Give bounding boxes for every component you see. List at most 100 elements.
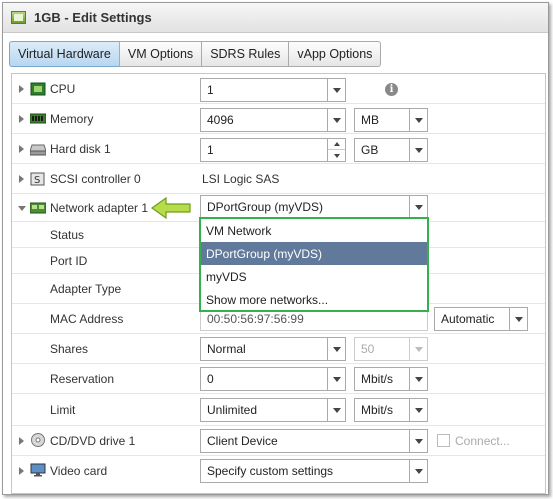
connect-label: Connect...	[455, 433, 510, 448]
memory-value: 4096	[207, 113, 234, 127]
tab-virtual-hardware[interactable]: Virtual Hardware	[9, 41, 119, 67]
info-icon[interactable]: i	[385, 83, 398, 96]
reservation-unit-select[interactable]: Mbit/s	[354, 367, 428, 391]
stepper-icon[interactable]	[327, 139, 345, 161]
reservation-unit: Mbit/s	[361, 372, 394, 386]
cddvd-select[interactable]: Client Device	[200, 429, 428, 453]
network-adapter-icon	[30, 202, 46, 214]
chevron-down-icon[interactable]	[327, 399, 345, 421]
collapse-arrow-icon[interactable]	[18, 206, 26, 211]
video-card-row: Video card Specify custom settings	[12, 456, 545, 486]
chevron-down-icon[interactable]	[327, 338, 345, 360]
monitor-icon	[30, 463, 46, 477]
network-option-myvds[interactable]: myVDS	[201, 265, 427, 288]
mac-mode-select[interactable]: Automatic	[434, 307, 528, 331]
expand-arrow-icon[interactable]	[19, 467, 24, 475]
memory-row: Memory 4096 MB	[12, 104, 545, 134]
title-bar: 1GB - Edit Settings	[3, 3, 548, 33]
hard-disk-row: Hard disk 1 1 GB	[12, 134, 545, 164]
network-select[interactable]: DPortGroup (myVDS)	[200, 195, 428, 219]
network-adapter-label: Network adapter 1	[50, 200, 149, 215]
shares-row: Shares Normal 50	[12, 334, 545, 364]
hard-disk-icon	[30, 144, 46, 156]
scsi-row: S SCSI controller 0 LSI Logic SAS	[12, 164, 545, 194]
chevron-down-icon[interactable]	[409, 399, 427, 421]
hard-disk-value: 1	[207, 143, 214, 157]
reservation-input[interactable]: 0	[200, 367, 346, 391]
svg-text:S: S	[34, 175, 40, 186]
network-option-show-more[interactable]: Show more networks...	[201, 288, 427, 311]
connect-checkbox[interactable]	[437, 434, 450, 447]
limit-unit-select[interactable]: Mbit/s	[354, 398, 428, 422]
expand-arrow-icon[interactable]	[19, 115, 24, 123]
expand-arrow-icon[interactable]	[19, 145, 24, 153]
chevron-down-icon[interactable]	[409, 196, 427, 218]
limit-unit: Mbit/s	[361, 403, 394, 417]
reservation-value: 0	[207, 372, 214, 386]
hard-disk-label: Hard disk 1	[50, 141, 111, 156]
mac-address-label: MAC Address	[50, 311, 124, 326]
chevron-down-icon[interactable]	[327, 368, 345, 390]
hard-disk-unit-select[interactable]: GB	[354, 138, 428, 162]
video-card-select[interactable]: Specify custom settings	[200, 459, 428, 483]
reservation-row: Reservation 0 Mbit/s	[12, 364, 545, 394]
cpu-value: 1	[207, 83, 214, 97]
chevron-down-icon[interactable]	[409, 430, 427, 452]
cpu-row: CPU 1 i	[12, 74, 545, 104]
mac-mode-value: Automatic	[441, 312, 495, 326]
hard-disk-unit: GB	[361, 143, 379, 157]
chevron-down-icon[interactable]	[409, 368, 427, 390]
expand-arrow-icon[interactable]	[19, 437, 24, 445]
scsi-value: LSI Logic SAS	[202, 171, 280, 186]
memory-icon	[30, 113, 46, 124]
chevron-down-icon[interactable]	[409, 460, 427, 482]
shares-amount-value: 50	[361, 342, 375, 356]
shares-value: Normal	[207, 342, 246, 356]
scsi-controller-icon: S	[30, 172, 45, 186]
chevron-down-icon[interactable]	[327, 79, 345, 101]
video-card-label: Video card	[50, 464, 108, 478]
chevron-down-icon[interactable]	[409, 139, 427, 161]
shares-label: Shares	[50, 341, 89, 356]
port-id-label: Port ID	[50, 253, 88, 268]
limit-label: Limit	[50, 402, 76, 417]
limit-input[interactable]: Unlimited	[200, 398, 346, 422]
hard-disk-size-input[interactable]: 1	[200, 138, 346, 162]
dialog-title: 1GB - Edit Settings	[34, 10, 152, 25]
limit-value: Unlimited	[207, 403, 258, 417]
memory-input[interactable]: 4096	[200, 108, 346, 132]
reservation-label: Reservation	[50, 371, 115, 386]
network-option-dportgroup[interactable]: DPortGroup (myVDS)	[201, 242, 427, 265]
expand-arrow-icon[interactable]	[19, 175, 24, 183]
vm-icon	[11, 11, 26, 24]
status-label: Status	[50, 227, 85, 242]
cpu-select[interactable]: 1	[200, 78, 346, 102]
mac-address-value: 00:50:56:97:56:99	[207, 312, 304, 326]
video-card-value: Specify custom settings	[207, 464, 334, 478]
callout-arrow-icon	[150, 197, 191, 219]
tab-vm-options[interactable]: VM Options	[118, 41, 202, 67]
network-dropdown-list: VM Network DPortGroup (myVDS) myVDS Show…	[199, 217, 429, 312]
memory-label: Memory	[50, 111, 94, 126]
chevron-down-icon	[409, 338, 427, 360]
tab-bar: Virtual Hardware VM Options SDRS Rules v…	[9, 41, 382, 67]
tab-vapp-options[interactable]: vApp Options	[288, 41, 382, 67]
memory-unit: MB	[361, 113, 379, 127]
tab-sdrs-rules[interactable]: SDRS Rules	[201, 41, 289, 67]
shares-select[interactable]: Normal	[200, 337, 346, 361]
cddvd-value: Client Device	[207, 434, 278, 448]
edit-settings-dialog: 1GB - Edit Settings Virtual Hardware VM …	[2, 2, 549, 495]
shares-amount-select: 50	[354, 337, 428, 361]
chevron-down-icon[interactable]	[509, 308, 527, 330]
cddvd-row: CD/DVD drive 1 Client Device Connect...	[12, 426, 545, 456]
cpu-icon	[30, 82, 46, 96]
cpu-label: CPU	[50, 81, 76, 96]
cd-dvd-icon	[31, 433, 45, 447]
chevron-down-icon[interactable]	[327, 109, 345, 131]
network-option-vm-network[interactable]: VM Network	[201, 219, 427, 242]
chevron-down-icon[interactable]	[409, 109, 427, 131]
adapter-type-label: Adapter Type	[50, 281, 122, 296]
cddvd-label: CD/DVD drive 1	[50, 433, 136, 448]
memory-unit-select[interactable]: MB	[354, 108, 428, 132]
expand-arrow-icon[interactable]	[19, 85, 24, 93]
